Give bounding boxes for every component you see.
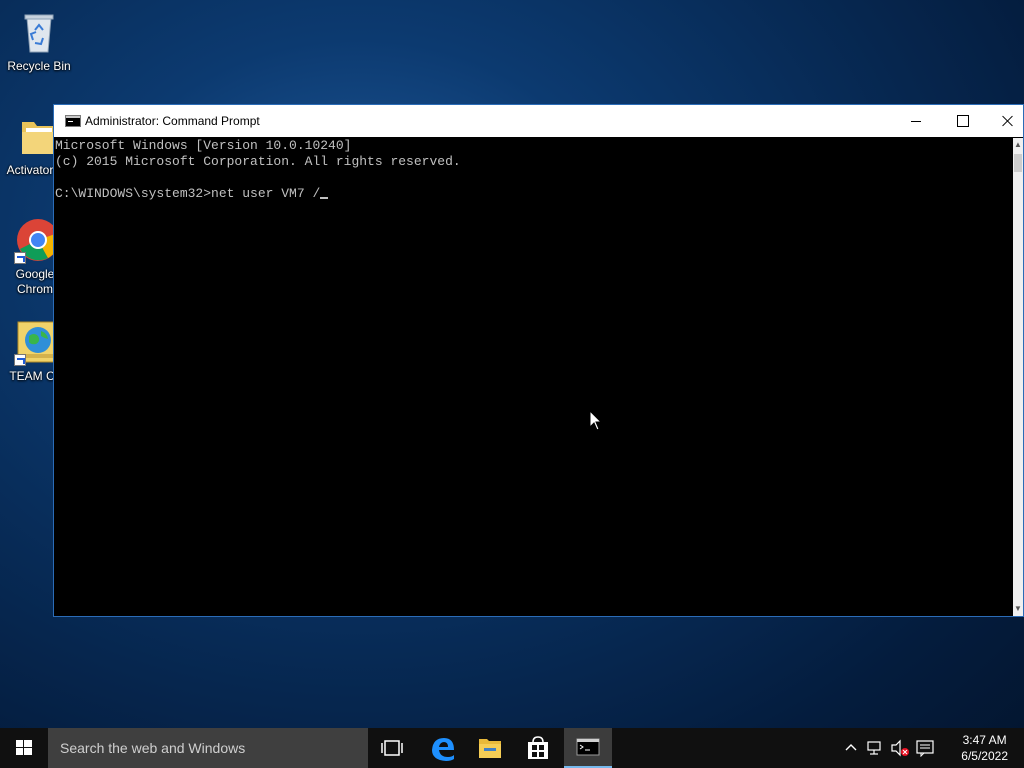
command-prompt-window[interactable]: Administrator: Command Prompt Microsoft … xyxy=(53,104,1024,617)
system-tray: 3:47 AM 6/5/2022 xyxy=(844,728,1024,768)
search-input[interactable]: Search the web and Windows xyxy=(48,728,368,768)
clock[interactable]: 3:47 AM 6/5/2022 xyxy=(961,732,1008,764)
file-explorer-icon xyxy=(479,739,501,758)
mouse-pointer-icon xyxy=(589,410,603,431)
scroll-down-arrow-icon[interactable]: ▼ xyxy=(1013,602,1023,616)
scrollbar-thumb[interactable] xyxy=(1014,154,1022,172)
desktop-icon-recycle-bin[interactable]: Recycle Bin xyxy=(0,8,78,74)
recycle-bin-icon xyxy=(15,8,63,56)
store-button[interactable] xyxy=(514,728,562,768)
windows-logo-icon xyxy=(16,740,32,755)
action-center-icon[interactable] xyxy=(916,739,934,757)
task-view-icon xyxy=(381,740,403,756)
command-prompt-icon xyxy=(65,115,81,127)
close-button[interactable] xyxy=(985,105,1024,137)
console-command: C:\WINDOWS\system32>net user VM7 / xyxy=(55,186,321,201)
command-prompt-icon xyxy=(576,738,600,756)
edge-icon xyxy=(432,738,454,761)
recycle-bin-label: Recycle Bin xyxy=(7,59,71,73)
vertical-scrollbar[interactable]: ▲ ▼ xyxy=(1013,138,1023,616)
task-view-button[interactable] xyxy=(368,728,416,768)
minimize-button[interactable] xyxy=(893,105,939,137)
show-hidden-icons-chevron-icon[interactable] xyxy=(844,740,858,756)
console-output[interactable]: Microsoft Windows [Version 10.0.10240] (c… xyxy=(54,138,1013,616)
clock-time: 3:47 AM xyxy=(962,733,1007,747)
shortcut-arrow-icon xyxy=(14,252,26,264)
start-button[interactable] xyxy=(0,728,48,768)
store-icon xyxy=(528,736,548,759)
maximize-button[interactable] xyxy=(939,105,985,137)
clock-date: 6/5/2022 xyxy=(961,749,1008,763)
window-titlebar[interactable]: Administrator: Command Prompt xyxy=(54,105,1023,137)
desktop-icon-activator[interactable]: Activator xyxy=(0,112,60,178)
file-explorer-button[interactable] xyxy=(466,728,514,768)
activator-label: Activator xyxy=(6,163,54,177)
console-line: Microsoft Windows [Version 10.0.10240] xyxy=(55,138,352,153)
volume-muted-icon[interactable] xyxy=(890,739,910,757)
window-title: Administrator: Command Prompt xyxy=(85,114,260,128)
network-icon[interactable] xyxy=(866,739,884,757)
scroll-up-arrow-icon[interactable]: ▲ xyxy=(1013,138,1023,152)
command-prompt-taskbar-button[interactable] xyxy=(564,728,612,768)
edge-button[interactable] xyxy=(418,728,466,768)
taskbar: Search the web and Windows 3:47 AM 6/5/2… xyxy=(0,728,1024,768)
shortcut-arrow-icon xyxy=(14,354,26,366)
console-prompt-line: C:\WINDOWS\system32>net user VM7 / xyxy=(55,186,1013,202)
search-placeholder: Search the web and Windows xyxy=(60,740,246,756)
text-cursor xyxy=(320,197,329,199)
console-line: (c) 2015 Microsoft Corporation. All righ… xyxy=(55,154,461,169)
